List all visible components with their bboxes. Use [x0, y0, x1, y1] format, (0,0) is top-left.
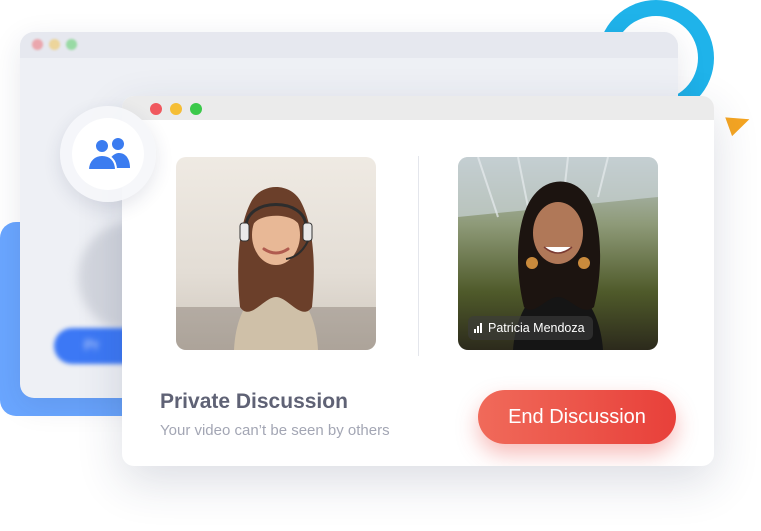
end-discussion-button[interactable]: End Discussion [478, 390, 676, 444]
people-badge [60, 106, 156, 202]
minimize-dot-icon [49, 39, 60, 50]
participant-name: Patricia Mendoza [488, 321, 585, 335]
close-dot-icon[interactable] [150, 103, 162, 115]
maximize-dot-icon[interactable] [190, 103, 202, 115]
discussion-subtitle: Your video can’t be seen by others [160, 422, 390, 439]
people-badge-inner [72, 118, 144, 190]
call-window: Patricia Mendoza Private Discussion Your… [122, 96, 714, 466]
minimize-dot-icon[interactable] [170, 103, 182, 115]
self-video-tile [176, 157, 376, 350]
people-group-icon [88, 138, 130, 170]
remote-video-tile: Patricia Mendoza [458, 157, 658, 350]
maximize-dot-icon [66, 39, 77, 50]
participant-name-chip: Patricia Mendoza [468, 316, 593, 340]
self-video-feed [176, 187, 376, 350]
signal-bars-icon [474, 323, 482, 333]
background-window-titlebar [20, 32, 678, 58]
discussion-title: Private Discussion [160, 390, 348, 413]
close-dot-icon [32, 39, 43, 50]
tiles-divider [418, 156, 419, 356]
call-window-titlebar [122, 96, 714, 120]
decorative-triangle [725, 109, 753, 137]
blurred-button-label: Pr [84, 337, 99, 354]
